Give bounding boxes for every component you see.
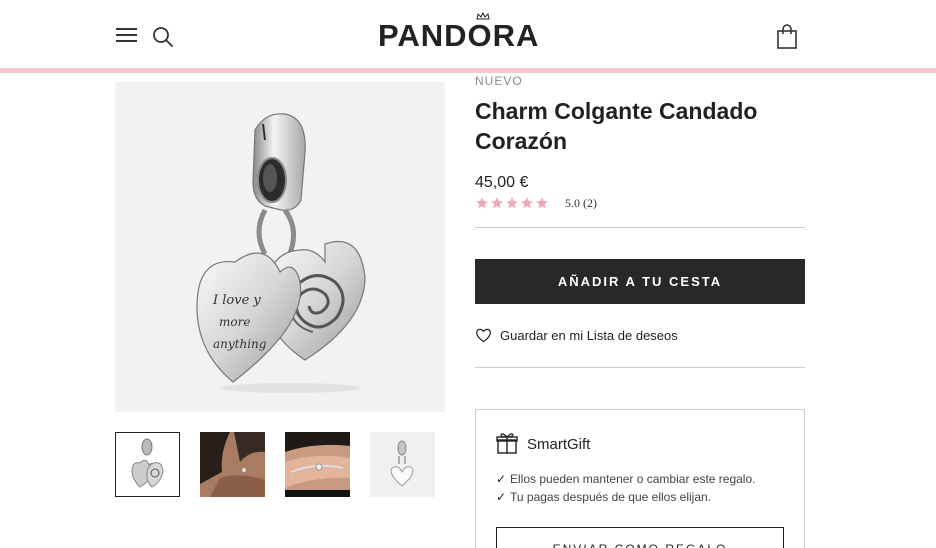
rating-stars [475, 196, 549, 210]
thumb-model-wrist[interactable] [285, 432, 350, 497]
product-main-image[interactable]: I love y more anything [115, 82, 445, 412]
divider [475, 367, 805, 368]
thumb-model-neck[interactable] [200, 432, 265, 497]
product-title: Charm Colgante Candado Corazón [475, 98, 758, 154]
send-as-gift-button[interactable]: ENVIAR COMO REGALO [496, 527, 784, 548]
star-icon [491, 197, 503, 209]
site-header: PANDORA [0, 0, 936, 68]
smartgift-title: SmartGift [527, 436, 591, 453]
add-to-cart-button[interactable]: AÑADIR A TU CESTA [475, 259, 805, 304]
thumb-charm-front[interactable] [115, 432, 180, 497]
check-icon: ✓ [496, 490, 507, 504]
rating-label[interactable]: 5.0 (2) [565, 196, 597, 211]
star-icon [521, 197, 533, 209]
smartgift-line-2: ✓ Tu pagas después de que ellos elijan. [496, 490, 711, 504]
smartgift-line-text: Ellos pueden mantener o cambiar este reg… [510, 472, 756, 486]
wishlist-link[interactable]: Guardar en mi Lista de deseos [475, 326, 678, 344]
engraving-line-2: more [219, 315, 250, 329]
gift-icon [496, 433, 518, 454]
check-icon: ✓ [496, 472, 507, 486]
shopping-bag-icon[interactable] [776, 24, 798, 50]
star-icon [536, 197, 548, 209]
thumb-charm-back[interactable] [370, 432, 435, 497]
smartgift-line-1: ✓ Ellos pueden mantener o cambiar este r… [496, 472, 755, 486]
smartgift-panel: SmartGift ✓ Ellos pueden mantener o camb… [475, 409, 805, 548]
product-price: 45,00 € [475, 174, 529, 191]
divider [475, 227, 805, 228]
smartgift-line-text: Tu pagas después de que ellos elijan. [510, 490, 712, 504]
logo-text: PANDORA [378, 18, 540, 53]
header-accent-strip [0, 68, 936, 73]
star-icon [506, 197, 518, 209]
hamburger-menu-icon[interactable] [116, 28, 137, 43]
star-icon [476, 197, 488, 209]
search-icon[interactable] [151, 25, 175, 49]
engraving-line-1: I love y [212, 293, 261, 308]
rating[interactable]: 5.0 (2) [475, 194, 597, 212]
new-badge: NUEVO [475, 74, 523, 88]
engraving-line-3: anything [213, 337, 267, 351]
thumbnail-strip [115, 432, 445, 498]
brand-logo[interactable]: PANDORA [378, 12, 542, 53]
charm-illustration: I love y more anything [196, 113, 366, 393]
wishlist-label: Guardar en mi Lista de deseos [500, 327, 678, 343]
heart-icon [476, 328, 491, 342]
